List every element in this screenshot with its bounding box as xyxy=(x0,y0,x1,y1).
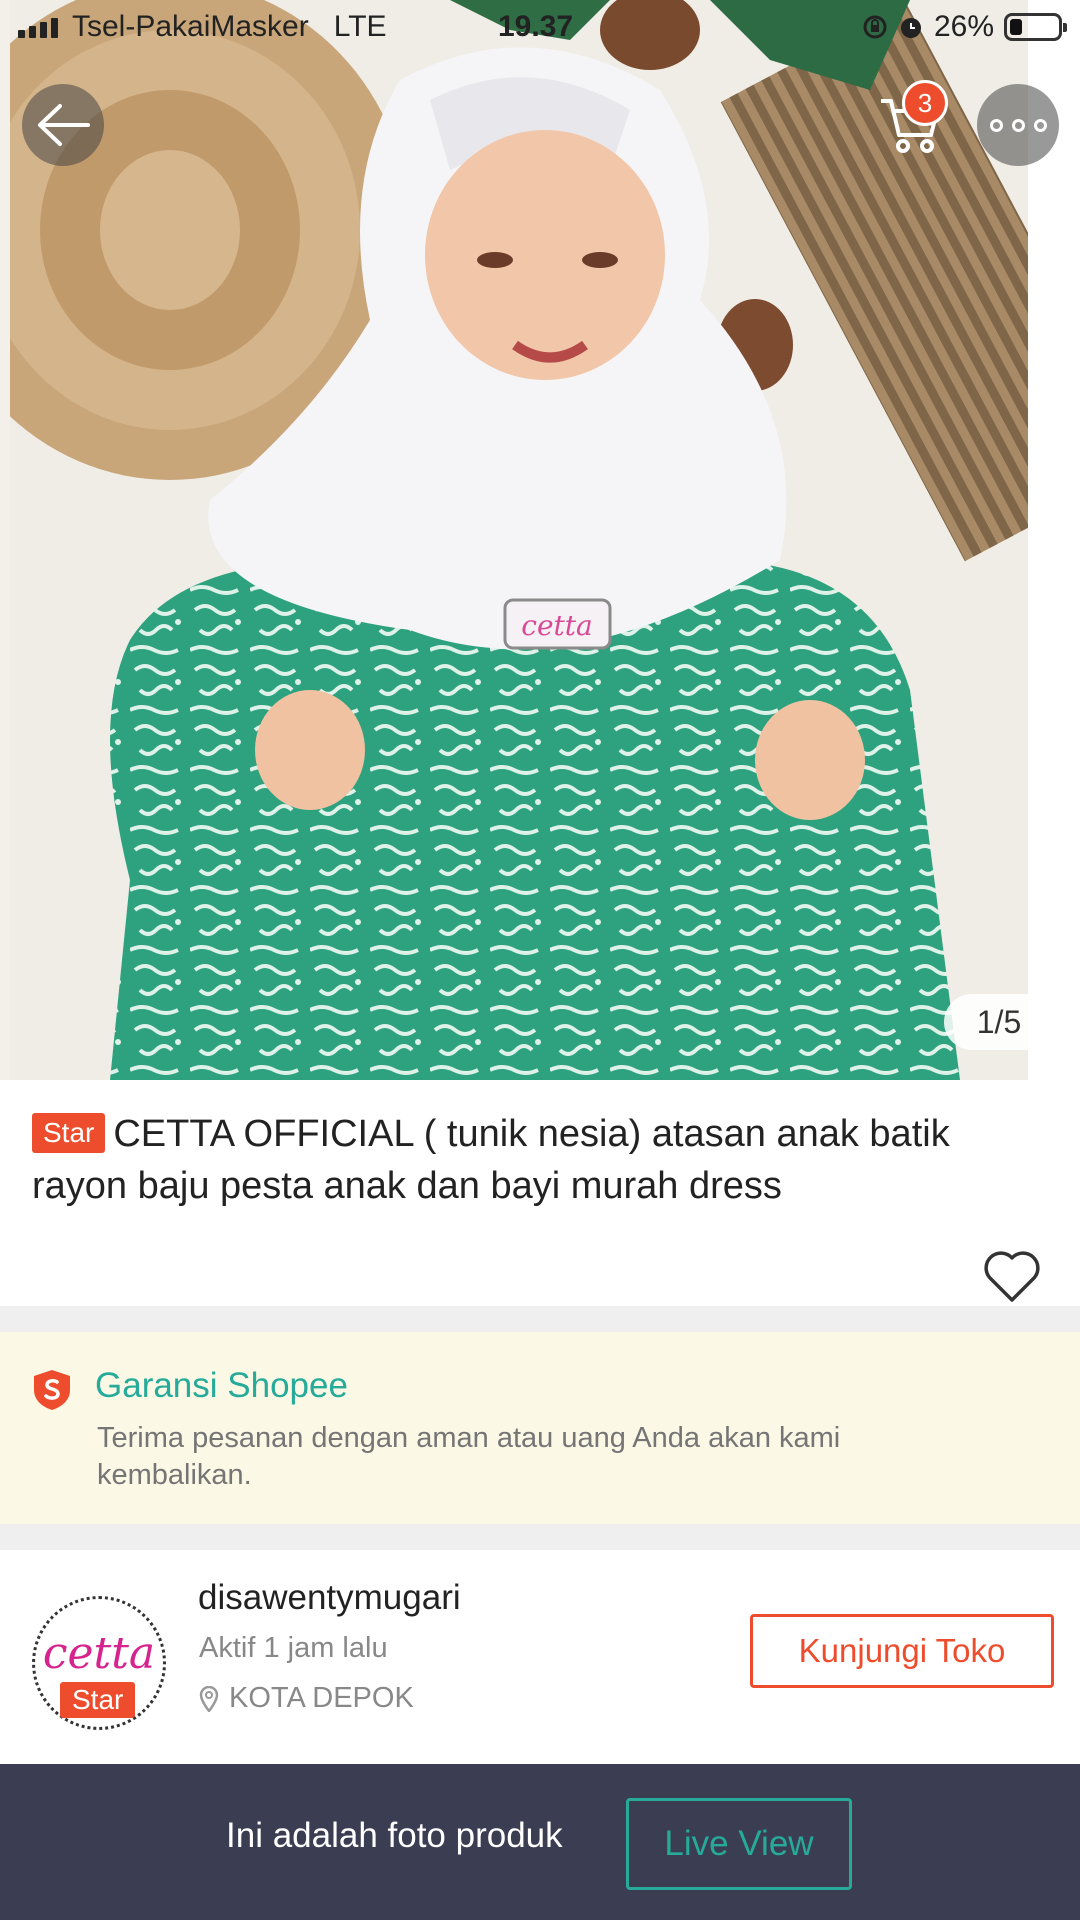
status-right: 26% xyxy=(862,10,1067,44)
shop-name[interactable]: disawentymugari xyxy=(198,1578,461,1618)
more-options-button[interactable] xyxy=(977,84,1059,166)
more-dots-icon xyxy=(989,118,1047,132)
bottom-bar: Ini adalah foto produk Live View xyxy=(0,1764,1080,1920)
heart-outline-icon[interactable] xyxy=(982,1248,1042,1304)
arrow-left-icon xyxy=(38,104,90,146)
status-time: 19.37 xyxy=(498,10,574,43)
section-divider xyxy=(0,1524,1080,1550)
image-counter: 1/5 xyxy=(944,994,1054,1050)
guarantee-title: Garansi Shopee xyxy=(95,1366,348,1405)
product-photo-notice: Ini adalah foto produk xyxy=(226,1816,563,1855)
product-title-text: CETTA OFFICIAL ( tunik nesia) atasan ana… xyxy=(32,1113,950,1207)
battery-percent: 26% xyxy=(933,10,994,43)
shopee-guarantee-banner[interactable]: Garansi Shopee Terima pesanan dengan ama… xyxy=(0,1332,1080,1524)
product-title-block: Star CETTA OFFICIAL ( tunik nesia) atasan… xyxy=(32,1108,1048,1212)
shield-icon xyxy=(34,1370,70,1410)
live-view-button[interactable]: Live View xyxy=(626,1798,852,1890)
status-bar: Tsel-PakaiMasker LTE 19.37 26% xyxy=(0,0,1080,54)
shop-logo-text: cetta xyxy=(42,1627,156,1679)
back-button[interactable] xyxy=(22,84,104,166)
svg-text:cetta: cetta xyxy=(521,609,592,642)
visit-shop-button[interactable]: Kunjungi Toko xyxy=(750,1614,1054,1688)
network-type: LTE xyxy=(333,10,387,43)
shop-star-badge: Star xyxy=(60,1682,136,1718)
guarantee-description: Terima pesanan dengan aman atau uang And… xyxy=(97,1422,841,1491)
shop-active-status: Aktif 1 jam lalu xyxy=(199,1632,388,1664)
shop-location-text: KOTA DEPOK xyxy=(229,1682,414,1714)
battery-icon xyxy=(1004,13,1067,41)
rotation-lock-icon xyxy=(863,15,887,39)
product-title: Star CETTA OFFICIAL ( tunik nesia) atasan… xyxy=(32,1108,1048,1212)
shop-location: KOTA DEPOK xyxy=(199,1682,414,1715)
cart-count-badge: 3 xyxy=(902,80,948,126)
alarm-icon xyxy=(900,18,921,38)
image-edge xyxy=(1028,0,1080,1080)
carrier-name: Tsel-PakaiMasker LTE xyxy=(72,10,387,43)
shop-info-row: cetta Star disawentymugari Aktif 1 jam l… xyxy=(0,1550,1080,1764)
star-badge: Star xyxy=(32,1113,106,1153)
location-pin-icon xyxy=(199,1685,219,1712)
signal-icon xyxy=(18,18,58,38)
section-divider xyxy=(0,1306,1080,1332)
